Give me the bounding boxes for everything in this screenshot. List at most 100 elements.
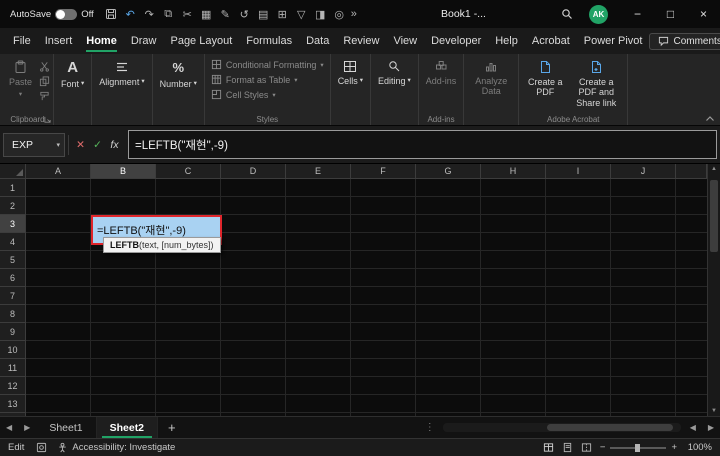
menu-tab-view[interactable]: View — [386, 28, 424, 54]
document-icon[interactable]: ▤ — [254, 2, 273, 26]
normal-view-icon[interactable] — [543, 442, 554, 453]
analyze-data-button[interactable]: Analyze Data — [467, 57, 515, 97]
page-layout-view-icon[interactable] — [562, 442, 573, 453]
paste-button[interactable]: Paste ▾ — [5, 57, 36, 98]
create-pdf-share-button[interactable]: Create a PDF and Share link — [568, 57, 624, 108]
horizontal-scroll-thumb[interactable] — [547, 424, 673, 431]
camera-icon[interactable]: ◎ — [330, 2, 349, 26]
menu-tab-acrobat[interactable]: Acrobat — [525, 28, 577, 54]
close-button[interactable]: × — [687, 0, 720, 28]
zoom-slider-thumb[interactable] — [635, 444, 640, 452]
zoom-out-icon[interactable]: − — [600, 442, 606, 453]
scroll-up-icon[interactable]: ▲ — [708, 166, 720, 172]
row-header-2[interactable]: 2 — [0, 197, 25, 215]
alignment-button[interactable]: Alignment▾ — [95, 57, 148, 87]
format-as-table-button[interactable]: Format as Table ▾ — [208, 72, 301, 87]
draw-table-icon[interactable]: ◨ — [311, 2, 330, 26]
zoom-slider[interactable] — [610, 447, 666, 449]
copy-icon[interactable] — [39, 76, 50, 87]
menu-tab-home[interactable]: Home — [79, 28, 124, 54]
zoom-in-icon[interactable]: + — [671, 442, 677, 453]
menu-tab-help[interactable]: Help — [488, 28, 525, 54]
column-header-i[interactable]: I — [546, 164, 611, 178]
horizontal-scrollbar[interactable] — [443, 423, 681, 432]
maximize-button[interactable]: □ — [654, 0, 687, 28]
cut-icon[interactable]: ✂ — [178, 2, 197, 26]
cut-icon[interactable] — [39, 61, 50, 72]
scroll-left-icon[interactable]: ◀ — [684, 423, 702, 432]
scroll-right-icon[interactable]: ▶ — [702, 423, 720, 432]
macro-record-icon[interactable] — [36, 442, 47, 453]
column-header-a[interactable]: A — [26, 164, 91, 178]
row-header-3[interactable]: 3 — [0, 215, 25, 233]
collapse-ribbon-icon[interactable] — [705, 115, 715, 122]
row-header-1[interactable]: 1 — [0, 179, 25, 197]
sheet-tab-sheet2[interactable]: Sheet2 — [97, 417, 158, 438]
row-header-13[interactable]: 13 — [0, 395, 25, 413]
row-header-5[interactable]: 5 — [0, 251, 25, 269]
select-all-corner[interactable] — [0, 164, 26, 179]
row-header-11[interactable]: 11 — [0, 359, 25, 377]
sheet-tab-sheet1[interactable]: Sheet1 — [36, 417, 96, 438]
minimize-button[interactable]: − — [621, 0, 654, 28]
addins-button[interactable]: Add-ins — [422, 57, 461, 86]
dialog-launcher-icon[interactable] — [44, 116, 51, 123]
table-icon[interactable]: ⊞ — [273, 2, 292, 26]
chart-icon[interactable]: ▦ — [197, 2, 216, 26]
undo-history-icon[interactable]: ↺ — [235, 2, 254, 26]
number-button[interactable]: % Number▾ — [156, 57, 201, 89]
avatar[interactable]: AK — [589, 5, 608, 24]
insert-function-button[interactable]: fx — [106, 139, 123, 151]
menu-tab-data[interactable]: Data — [299, 28, 336, 54]
menu-tab-power-pivot[interactable]: Power Pivot — [577, 28, 650, 54]
row-header-10[interactable]: 10 — [0, 341, 25, 359]
row-header-7[interactable]: 7 — [0, 287, 25, 305]
cell-styles-button[interactable]: Cell Styles ▾ — [208, 87, 279, 102]
row-header-6[interactable]: 6 — [0, 269, 25, 287]
comments-button[interactable]: Comments — [649, 33, 720, 50]
accessibility-status[interactable]: Accessibility: Investigate — [57, 442, 175, 453]
conditional-formatting-button[interactable]: Conditional Formatting ▾ — [208, 57, 327, 72]
cells-button[interactable]: Cells▾ — [334, 57, 367, 86]
row-header-9[interactable]: 9 — [0, 323, 25, 341]
enter-icon[interactable]: ✓ — [89, 139, 106, 151]
formula-input[interactable]: =LEFTB("재현",-9) — [128, 130, 717, 159]
add-sheet-button[interactable]: + — [168, 420, 176, 435]
scroll-down-icon[interactable]: ▼ — [708, 408, 720, 414]
column-header-d[interactable]: D — [221, 164, 286, 178]
row-header-4[interactable]: 4 — [0, 233, 25, 251]
column-header-b[interactable]: B — [91, 164, 156, 178]
column-header-e[interactable]: E — [286, 164, 351, 178]
redo-icon[interactable]: ↷ — [140, 2, 159, 26]
save-icon[interactable] — [102, 2, 121, 26]
column-header-j[interactable]: J — [611, 164, 676, 178]
row-header-8[interactable]: 8 — [0, 305, 25, 323]
menu-tab-page-layout[interactable]: Page Layout — [163, 28, 239, 54]
autosave-toggle[interactable]: AutoSave Off — [10, 9, 94, 20]
filter-icon[interactable]: ▽ — [292, 2, 311, 26]
sheet-prev-icon[interactable]: ◀ — [0, 423, 18, 432]
menu-tab-developer[interactable]: Developer — [424, 28, 488, 54]
font-button[interactable]: A Font▾ — [57, 57, 88, 89]
format-painter-icon[interactable]: ✎ — [216, 2, 235, 26]
menu-tab-insert[interactable]: Insert — [38, 28, 80, 54]
search-icon[interactable] — [554, 8, 580, 20]
row-header-12[interactable]: 12 — [0, 377, 25, 395]
column-header-g[interactable]: G — [416, 164, 481, 178]
column-header-c[interactable]: C — [156, 164, 221, 178]
column-header-f[interactable]: F — [351, 164, 416, 178]
format-painter-icon[interactable] — [39, 91, 50, 102]
page-break-view-icon[interactable] — [581, 442, 592, 453]
create-pdf-button[interactable]: Create a PDF — [522, 57, 568, 98]
copy-icon[interactable]: ⧉ — [159, 2, 178, 26]
qat-more-icon[interactable]: » — [351, 8, 357, 20]
cancel-icon[interactable]: ✕ — [72, 139, 89, 151]
menu-tab-file[interactable]: File — [6, 28, 38, 54]
vertical-scrollbar[interactable]: ▲ ▼ — [707, 164, 720, 416]
autosave-switch[interactable] — [55, 9, 77, 20]
name-box[interactable]: EXP ▾ — [3, 133, 65, 157]
menu-tab-draw[interactable]: Draw — [124, 28, 164, 54]
menu-tab-formulas[interactable]: Formulas — [239, 28, 299, 54]
undo-icon[interactable]: ↶ — [121, 2, 140, 26]
editing-button[interactable]: Editing▾ — [374, 57, 415, 86]
